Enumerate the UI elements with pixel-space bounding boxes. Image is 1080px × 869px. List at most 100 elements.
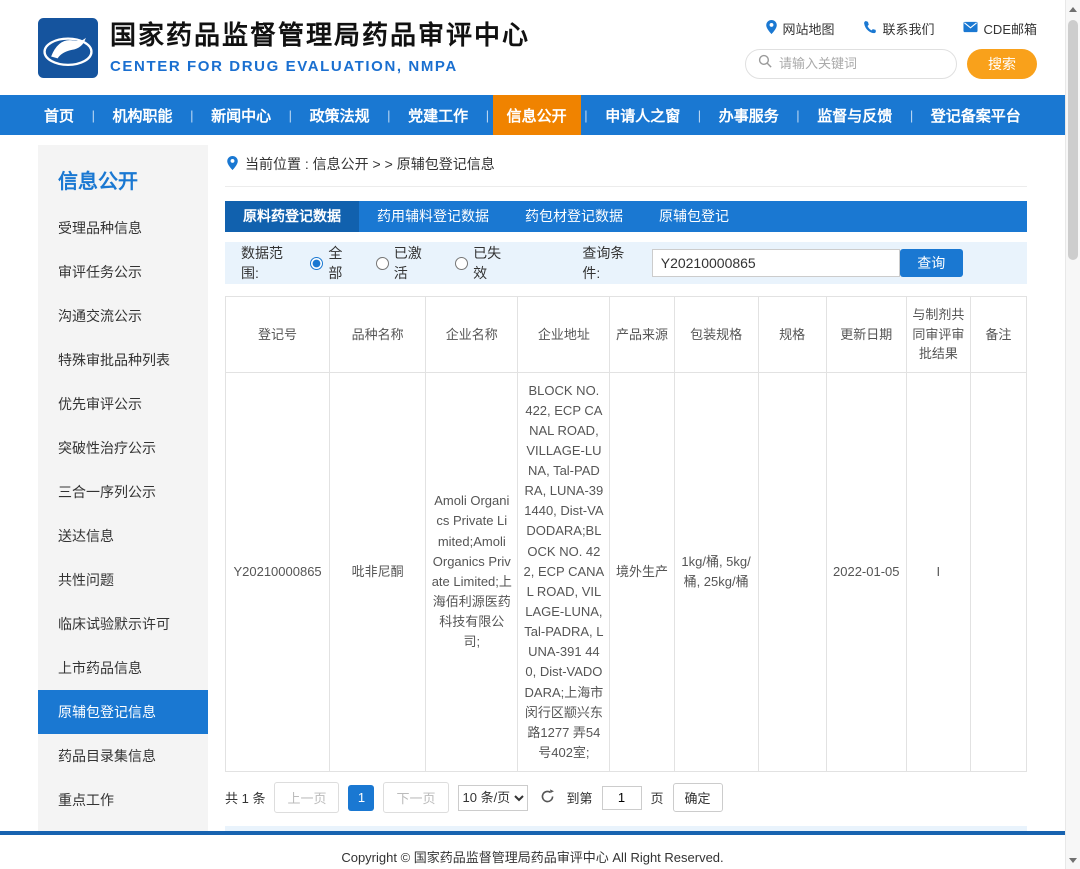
cell-product-name: 吡非尼酮 — [330, 372, 426, 772]
sidebar-item-common-issues[interactable]: 共性问题 — [38, 558, 208, 602]
refresh-button[interactable] — [540, 789, 555, 807]
nav-item-org-functions[interactable]: 机构职能 — [99, 95, 187, 135]
goto-page-input[interactable] — [602, 786, 642, 810]
table-header-row: 登记号 品种名称 企业名称 企业地址 产品来源 包装规格 规格 更新日期 与制剂… — [226, 297, 1027, 373]
nav-item-home[interactable]: 首页 — [30, 95, 88, 135]
sidebar-item-drug-catalog[interactable]: 药品目录集信息 — [38, 734, 208, 778]
cell-remark — [970, 372, 1026, 772]
column-header-company: 企业名称 — [426, 297, 518, 373]
cell-reg-no: Y20210000865 — [226, 372, 330, 772]
mailbox-link[interactable]: CDE邮箱 — [963, 19, 1037, 38]
sidebar-item-priority-review[interactable]: 优先审评公示 — [38, 382, 208, 426]
total-count: 共 1 条 — [225, 788, 265, 807]
refresh-icon — [540, 789, 555, 807]
sidebar-title: 信息公开 — [38, 145, 208, 206]
radio-expired[interactable] — [455, 257, 468, 270]
column-header-product-name: 品种名称 — [330, 297, 426, 373]
scroll-up-arrow-icon[interactable] — [1066, 1, 1080, 17]
column-header-update-date: 更新日期 — [826, 297, 906, 373]
sidebar-item-api-excipient-packaging[interactable]: 原辅包登记信息 — [38, 690, 208, 734]
phone-icon — [863, 20, 877, 37]
sidebar-item-breakthrough-therapy[interactable]: 突破性治疗公示 — [38, 426, 208, 470]
nav-divider — [486, 95, 489, 135]
column-header-address: 企业地址 — [518, 297, 610, 373]
nav-item-applicant-window[interactable]: 申请人之窗 — [591, 95, 694, 135]
sidebar-item-delivery-info[interactable]: 送达信息 — [38, 514, 208, 558]
location-icon — [766, 20, 777, 37]
sidebar-item-review-tasks[interactable]: 审评任务公示 — [38, 250, 208, 294]
nav-divider — [387, 95, 390, 135]
mailbox-label: CDE邮箱 — [984, 19, 1037, 38]
page-size-select[interactable]: 10 条/页 — [458, 785, 528, 811]
sidebar-item-three-in-one[interactable]: 三合一序列公示 — [38, 470, 208, 514]
vertical-scrollbar[interactable] — [1065, 0, 1080, 869]
radio-active[interactable] — [376, 257, 389, 270]
breadcrumb-bar: 当前位置 : 信息公开 > > 原辅包登记信息 — [225, 145, 1027, 187]
table-row: Y20210000865 吡非尼酮 Amoli Organics Private… — [226, 372, 1027, 772]
sidebar-item-accepted-varieties[interactable]: 受理品种信息 — [38, 206, 208, 250]
site-subtitle: CENTER FOR DRUG EVALUATION, NMPA — [110, 58, 530, 75]
nav-item-party-building[interactable]: 党建工作 — [394, 95, 482, 135]
sidebar-item-communication[interactable]: 沟通交流公示 — [38, 294, 208, 338]
tab-packaging-data[interactable]: 药包材登记数据 — [507, 201, 641, 232]
search-input[interactable] — [779, 56, 944, 71]
tab-registration[interactable]: 原辅包登记 — [641, 201, 747, 232]
scrollbar-thumb[interactable] — [1068, 20, 1078, 260]
tab-api-data[interactable]: 原料药登记数据 — [225, 201, 359, 232]
nav-item-supervision-feedback[interactable]: 监督与反馈 — [803, 95, 906, 135]
sitemap-label: 网站地图 — [783, 19, 835, 38]
nav-item-news-center[interactable]: 新闻中心 — [197, 95, 285, 135]
query-input[interactable] — [652, 249, 900, 277]
nav-item-services[interactable]: 办事服务 — [705, 95, 793, 135]
legend-note-box: 注: “与制剂共同审评审批结果”释义: 符号 代表含义 A 已批准在上市制剂使用… — [225, 826, 1027, 831]
contact-link[interactable]: 联系我们 — [863, 19, 935, 38]
radio-option-active[interactable]: 已激活 — [376, 243, 435, 283]
main-content: 当前位置 : 信息公开 > > 原辅包登记信息 原料药登记数据 药用辅料登记数据… — [225, 145, 1027, 831]
nav-divider — [92, 95, 95, 135]
search-button[interactable]: 搜索 — [967, 49, 1037, 79]
sidebar: 信息公开 受理品种信息 审评任务公示 沟通交流公示 特殊审批品种列表 优先审评公… — [38, 145, 208, 831]
goto-label: 到第 — [567, 788, 593, 807]
current-page-button[interactable]: 1 — [348, 785, 374, 811]
sidebar-item-key-work[interactable]: 重点工作 — [38, 778, 208, 822]
column-header-remark: 备注 — [970, 297, 1026, 373]
query-button[interactable]: 查询 — [900, 249, 963, 277]
breadcrumb: 当前位置 : 信息公开 > > 原辅包登记信息 — [245, 154, 495, 174]
sidebar-item-special-approval-list[interactable]: 特殊审批品种列表 — [38, 338, 208, 382]
scroll-down-arrow-icon[interactable] — [1066, 852, 1080, 868]
nav-divider — [289, 95, 292, 135]
sidebar-item-marketed-drugs[interactable]: 上市药品信息 — [38, 646, 208, 690]
cell-joint-review-result: I — [906, 372, 970, 772]
query-label: 查询条件: — [582, 243, 641, 283]
cell-packaging: 1kg/桶, 5kg/桶, 25kg/桶 — [674, 372, 758, 772]
prev-page-button[interactable]: 上一页 — [274, 782, 339, 813]
nav-divider — [910, 95, 913, 135]
registration-table: 登记号 品种名称 企业名称 企业地址 产品来源 包装规格 规格 更新日期 与制剂… — [225, 296, 1027, 772]
goto-confirm-button[interactable]: 确定 — [673, 783, 723, 812]
nav-divider — [584, 95, 587, 135]
cell-update-date: 2022-01-05 — [826, 372, 906, 772]
search-row: 搜索 — [745, 49, 1037, 79]
sitemap-link[interactable]: 网站地图 — [766, 19, 835, 38]
radio-option-expired[interactable]: 已失效 — [455, 243, 514, 283]
radio-option-all[interactable]: 全部 — [310, 243, 355, 283]
nav-item-policies[interactable]: 政策法规 — [296, 95, 384, 135]
cell-source: 境外生产 — [610, 372, 674, 772]
nav-item-registration-platform[interactable]: 登记备案平台 — [917, 95, 1035, 135]
search-icon — [758, 54, 772, 73]
nav-divider — [698, 95, 701, 135]
scope-radio-group: 全部 已激活 已失效 — [310, 243, 514, 283]
mail-icon — [963, 21, 978, 36]
nav-item-info-disclosure[interactable]: 信息公开 — [493, 95, 581, 135]
sidebar-item-clinical-trial-license[interactable]: 临床试验默示许可 — [38, 602, 208, 646]
column-header-joint-review-result: 与制剂共同审评审批结果 — [906, 297, 970, 373]
radio-all[interactable] — [310, 257, 323, 270]
column-header-source: 产品来源 — [610, 297, 674, 373]
site-header: 国家药品监督管理局药品审评中心 CENTER FOR DRUG EVALUATI… — [0, 0, 1065, 95]
cell-company: Amoli Organics Private Limited;Amoli Org… — [426, 372, 518, 772]
tab-excipient-data[interactable]: 药用辅料登记数据 — [359, 201, 507, 232]
location-pin-icon — [227, 156, 238, 173]
next-page-button[interactable]: 下一页 — [383, 782, 448, 813]
cell-address: BLOCK NO. 422, ECP CANAL ROAD, VILLAGE-L… — [518, 372, 610, 772]
column-header-spec: 规格 — [758, 297, 826, 373]
